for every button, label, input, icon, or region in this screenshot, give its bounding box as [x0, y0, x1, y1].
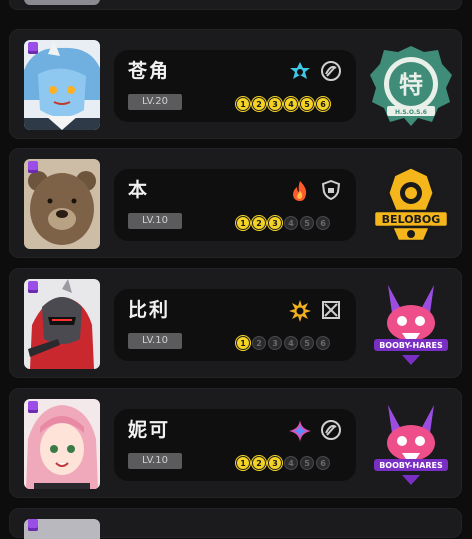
agent-level: LV.10	[128, 453, 182, 469]
skill-pip: 4	[284, 336, 298, 350]
skill-pip: 4	[284, 216, 298, 230]
skill-pip: 5	[300, 216, 314, 230]
section6-emblem-icon: 特 H.S.O.S.6	[370, 46, 452, 126]
agent-name: 妮可	[128, 419, 171, 441]
skill-pip: 4	[284, 97, 298, 111]
svg-text:BOOBY-HARES: BOOBY-HARES	[379, 461, 443, 470]
belobog-emblem-icon: BELOBOG	[372, 165, 450, 243]
agent-info-panel: 本 LV.10 1 2 3 4 5 6	[114, 169, 356, 241]
skill-pip: 3	[268, 97, 282, 111]
agent-info-panel: 苍角 LV.20 1 2 3 4 5 6	[114, 50, 356, 122]
portrait-partial	[24, 0, 100, 5]
agent-level: LV.20	[128, 94, 182, 110]
skill-pip: 1	[236, 216, 250, 230]
agent-portrait	[24, 399, 100, 489]
skill-pip: 6	[316, 336, 330, 350]
physical-burst-icon	[289, 300, 311, 322]
rank-a-badge	[28, 42, 38, 54]
agent-card[interactable]: 本 LV.10 1 2 3 4 5 6 BELOBOG	[9, 148, 462, 258]
agent-card[interactable]: 苍角 LV.20 1 2 3 4 5 6 特 H.S.O.S.6	[9, 29, 462, 139]
rank-a-badge	[28, 281, 38, 293]
skill-pips: 1 2 3 4 5 6	[236, 97, 330, 113]
agent-portrait	[24, 279, 100, 369]
support-swirl-icon	[321, 420, 341, 440]
agent-info-panel: 妮可 LV.10 1 2 3 4 5 6	[114, 409, 356, 481]
skill-pip: 4	[284, 456, 298, 470]
skill-pips: 1 2 3 4 5 6	[236, 456, 330, 472]
attack-crosshair-icon	[322, 301, 340, 319]
skill-pip: 5	[300, 456, 314, 470]
agent-list: 苍角 LV.20 1 2 3 4 5 6 特 H.S.O.S.6 本 LV.10…	[0, 0, 472, 539]
agent-portrait	[24, 40, 100, 130]
skill-pip: 2	[252, 456, 266, 470]
ice-star-icon	[290, 62, 310, 79]
rank-a-badge	[28, 401, 38, 413]
cunning-hares-emblem-icon: BOOBY-HARES	[374, 285, 448, 365]
svg-text:BELOBOG: BELOBOG	[382, 213, 441, 226]
skill-pip: 1	[236, 456, 250, 470]
skill-pip: 2	[252, 216, 266, 230]
cunning-hares-emblem-icon: BOOBY-HARES	[374, 405, 448, 485]
rank-a-badge	[28, 519, 38, 531]
svg-text:BOOBY-HARES: BOOBY-HARES	[379, 341, 443, 350]
skill-pip: 5	[300, 336, 314, 350]
agent-card-partial-top[interactable]	[9, 0, 462, 10]
skill-pip: 5	[300, 97, 314, 111]
agent-level: LV.10	[128, 333, 182, 349]
skill-pip: 2	[252, 336, 266, 350]
agent-info-panel: 比利 LV.10 1 2 3 4 5 6	[114, 289, 356, 361]
agent-level: LV.10	[128, 213, 182, 229]
agent-name: 比利	[128, 299, 171, 321]
skill-pip: 3	[268, 456, 282, 470]
skill-pip: 3	[268, 336, 282, 350]
agent-name: 苍角	[128, 60, 171, 82]
skill-pips: 1 2 3 4 5 6	[236, 336, 330, 352]
agent-portrait	[24, 159, 100, 249]
fire-icon	[293, 181, 307, 201]
skill-pip: 1	[236, 336, 250, 350]
svg-text:特: 特	[399, 71, 423, 99]
ether-sparkle-icon	[289, 420, 311, 442]
svg-text:H.S.O.S.6: H.S.O.S.6	[395, 109, 427, 116]
skill-pip: 6	[316, 216, 330, 230]
skill-pip: 3	[268, 216, 282, 230]
agent-card-partial-bottom[interactable]	[9, 508, 462, 539]
support-swirl-icon	[321, 61, 341, 81]
defense-shield-icon	[321, 180, 341, 200]
skill-pip: 1	[236, 97, 250, 111]
rank-a-badge	[28, 161, 38, 173]
skill-pips: 1 2 3 4 5 6	[236, 216, 330, 232]
agent-card[interactable]: 比利 LV.10 1 2 3 4 5 6 BOOBY-HARES	[9, 268, 462, 378]
agent-card[interactable]: 妮可 LV.10 1 2 3 4 5 6 BOOBY-HARES	[9, 388, 462, 498]
agent-name: 本	[128, 179, 150, 201]
skill-pip: 2	[252, 97, 266, 111]
skill-pip: 6	[316, 97, 330, 111]
skill-pip: 6	[316, 456, 330, 470]
